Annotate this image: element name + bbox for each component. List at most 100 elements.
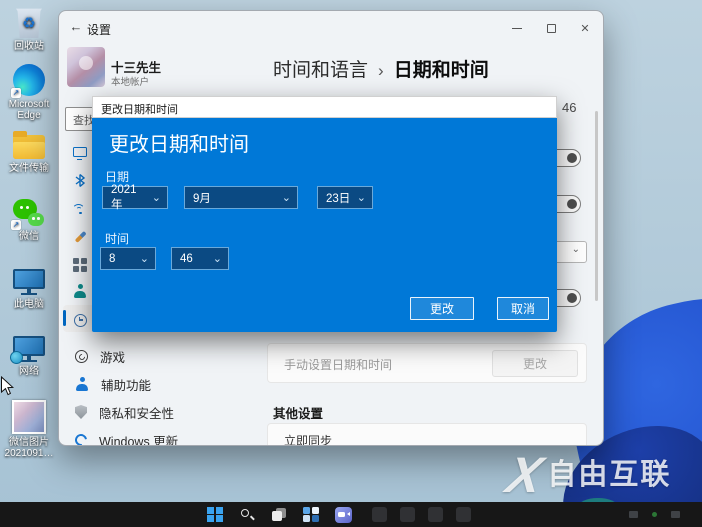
sidebar-item-apps[interactable] [71,256,89,274]
apps-grid-icon [73,258,87,272]
year-value: 2021年 [111,183,137,211]
watermark-text: 自由互联 [547,459,672,491]
bluetooth-icon [75,173,86,187]
shortcut-arrow-icon: ↗ [11,220,21,230]
chevron-down-icon: ⌄ [139,253,149,265]
chevron-down-icon: ⌄ [212,253,222,265]
sync-now-row[interactable]: 立即同步 [267,423,587,446]
teams-chat-icon [334,506,352,523]
sidebar-item-label: 辅助功能 [101,378,152,393]
scrollbar[interactable] [595,111,598,301]
sync-now-label: 立即同步 [284,434,333,446]
minute-dropdown[interactable]: 46 ⌄ [171,247,229,270]
taskbar-center-icons [206,505,352,524]
pinned-app-icon[interactable] [456,507,471,522]
desktop-icon-label: 回收站 [14,41,44,52]
shortcut-arrow-icon: ↗ [11,88,21,98]
sidebar-item-label: 隐私和安全性 [99,406,175,421]
date-label: 日期 [105,170,130,184]
start-button[interactable] [206,506,224,524]
breadcrumb-separator-icon: › [378,61,384,80]
chevron-down-icon: ⌄ [281,192,291,204]
search-icon [240,508,255,522]
cancel-button[interactable]: 取消 [497,297,549,320]
minimize-icon [512,27,522,29]
image-thumbnail-icon [12,400,46,434]
hour-value: 8 [109,252,116,265]
network-icon [10,335,45,364]
sidebar-item-bluetooth[interactable] [71,171,89,189]
day-value: 23日 [326,192,351,205]
sidebar-item-system[interactable] [71,143,89,161]
sidebar-item-privacy-security[interactable]: 隐私和安全性 [67,400,307,424]
year-dropdown[interactable]: 2021年 ⌄ [102,183,168,211]
avatar[interactable] [67,47,105,87]
sidebar-item-accounts[interactable] [71,282,89,300]
breadcrumb: 时间和语言 › 日期和时间 [273,55,489,82]
change-button[interactable]: 更改 [410,297,474,320]
chevron-down-icon: ⌄ [356,192,366,204]
tray-icon[interactable] [629,511,638,518]
sidebar-item-label: Windows 更新 [99,434,179,446]
update-icon [72,431,90,445]
desktop-icon-label: Microsoft Edge [8,99,50,121]
selection-accent-bar [63,310,66,326]
dialog-heading: 更改日期和时间 [109,134,249,156]
dialog-titlebar-text: 更改日期和时间 [101,104,178,116]
close-button[interactable]: ✕ [575,19,595,37]
taskbar [0,502,702,527]
wifi-icon [72,203,88,215]
minute-value: 46 [180,252,193,265]
sidebar-item-network-internet[interactable] [71,200,89,218]
recycle-bin-icon: ♻ [16,8,42,38]
time-language-icon-wrap [71,311,89,329]
task-view-button[interactable] [270,506,288,524]
time-label: 时间 [105,232,130,246]
sidebar-item-label: 游戏 [100,350,126,365]
section-heading: 其他设置 [273,407,324,421]
change-date-time-dialog: 更改日期和时间 更改日期和时间 日期 2021年 ⌄ 9月 ⌄ 23日 ⌄ 时间… [92,96,557,332]
xbox-icon [75,349,88,363]
desktop-icon-edge[interactable]: ↗ Microsoft Edge [1,64,57,121]
desktop-icon-label: 此电脑 [14,299,44,310]
day-dropdown[interactable]: 23日 ⌄ [317,186,373,209]
maximize-button[interactable] [541,19,561,37]
globe-icon [10,350,23,364]
desktop-icon-wechat[interactable]: ↗ 微信 [1,198,57,242]
watermark: X 自由互联 [502,447,672,503]
tray-icon[interactable] [671,511,680,518]
task-view-icon [271,507,287,522]
month-value: 9月 [193,192,211,205]
watermark-x-logo: X [502,447,548,503]
breadcrumb-parent[interactable]: 时间和语言 [273,55,368,82]
minimize-button[interactable] [507,19,527,37]
pinned-app-icon[interactable] [428,507,443,522]
desktop-icon-file-transfer[interactable]: 文件传输 [1,131,57,174]
current-time-fragment: 46 [562,100,577,115]
shield-icon [75,405,87,419]
desktop-icon-recycle-bin[interactable]: ♻ 回收站 [1,8,57,52]
back-button[interactable]: ← [67,19,85,35]
windows-logo-icon [207,506,223,523]
manual-set-label: 手动设置日期和时间 [284,358,393,372]
system-tray [629,511,680,518]
pinned-app-icon[interactable] [400,507,415,522]
accessibility-icon [75,377,89,391]
manual-change-button[interactable]: 更改 [492,350,578,377]
page-title: 日期和时间 [393,60,489,81]
desktop-icon-label: 文件传输 [9,163,49,174]
month-dropdown[interactable]: 9月 ⌄ [184,186,298,209]
window-title: 设置 [87,23,112,37]
desktop-icon-label: 微信图片 [9,437,49,448]
sidebar-item-personalization[interactable] [71,228,89,246]
desktop-icon-network[interactable]: 网络 [1,335,57,377]
search-button[interactable] [238,506,256,524]
chat-button[interactable] [334,506,352,524]
widgets-button[interactable] [302,506,320,524]
desktop-icon-wechat-image[interactable]: 微信图片 2021091… [1,400,57,459]
desktop-icon-this-pc[interactable]: 此电脑 [1,268,57,310]
tray-status-dot-icon [652,512,657,517]
hour-dropdown[interactable]: 8 ⌄ [100,247,156,270]
maximize-icon [546,23,556,33]
pinned-app-icon[interactable] [372,507,387,522]
